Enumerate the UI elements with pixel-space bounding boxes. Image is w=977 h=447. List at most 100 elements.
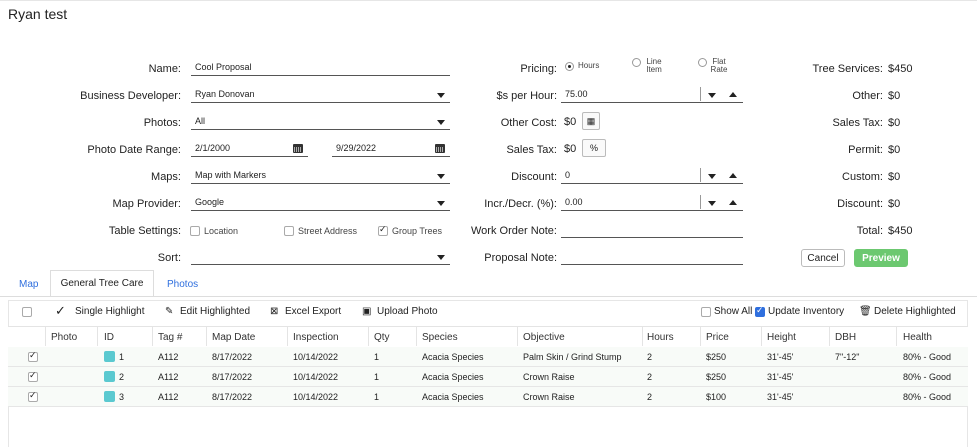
table-row[interactable] [8, 367, 968, 387]
column-header-inspection[interactable]: Inspection [293, 332, 339, 343]
page-title: Ryan test [8, 6, 68, 22]
tax-percent-icon[interactable]: % [582, 139, 606, 157]
chevron-down-icon[interactable] [437, 255, 445, 260]
column-header-dbh[interactable]: DBH [835, 332, 856, 343]
cell-dbh: 7"-12" [835, 352, 860, 362]
chevron-down-icon[interactable] [437, 93, 445, 98]
column-divider [642, 326, 643, 346]
chevron-up-icon[interactable] [729, 173, 737, 178]
column-header-price[interactable]: Price [706, 332, 729, 343]
chevron-down-icon[interactable] [437, 120, 445, 125]
pricing-flat-rate-label: Flat Rate [707, 58, 731, 74]
maps-label: Maps: [151, 171, 181, 183]
work-order-note-label: Work Order Note: [471, 225, 557, 237]
table-row[interactable] [8, 347, 968, 367]
photos-select[interactable]: All [191, 114, 450, 130]
column-header-id[interactable]: ID [104, 332, 114, 343]
row-checkbox[interactable] [28, 350, 38, 362]
cell-height: 31'-45' [767, 352, 794, 362]
delete-highlighted-button[interactable]: Delete Highlighted [874, 306, 956, 317]
pricing-flat-rate-radio[interactable] [698, 58, 707, 67]
chevron-down-icon[interactable] [708, 201, 716, 206]
work-order-note-input[interactable] [561, 222, 743, 238]
date-to-input[interactable]: 9/29/2022 [332, 141, 450, 157]
calendar-icon[interactable] [435, 144, 445, 153]
item-word: Item [646, 65, 662, 74]
top-divider [0, 0, 977, 1]
chevron-down-icon[interactable] [437, 174, 445, 179]
chevron-up-icon[interactable] [729, 200, 737, 205]
pricing-hours-label: Hours [578, 61, 600, 70]
calendar-icon[interactable] [293, 144, 303, 153]
sort-select[interactable] [191, 249, 450, 265]
cell-id: 3 [119, 392, 125, 402]
edit-highlighted-button[interactable]: Edit Highlighted [180, 306, 250, 317]
cell-qty: 1 [374, 352, 380, 362]
group-trees-checkbox[interactable] [378, 224, 388, 236]
total-value: $450 [888, 225, 913, 237]
rate-word: Rate [710, 65, 728, 74]
column-header-hours[interactable]: Hours [647, 332, 674, 343]
show-all-checkbox[interactable] [701, 307, 711, 317]
photo-date-range-label: Photo Date Range: [87, 144, 181, 156]
column-header-health[interactable]: Health [903, 332, 932, 343]
name-label: Name: [148, 63, 181, 75]
cancel-button[interactable]: Cancel [801, 249, 845, 267]
tab-photos[interactable]: Photos [167, 279, 198, 290]
column-divider [45, 326, 46, 346]
other-value: $0 [888, 90, 901, 102]
proposal-note-input[interactable] [561, 249, 743, 265]
cell-inspection: 10/14/2022 [293, 372, 339, 382]
proposal-note-label: Proposal Note: [484, 252, 557, 264]
row-checkbox[interactable] [28, 390, 38, 402]
cell-species: Acacia Species [422, 352, 484, 362]
sales-tax-value: $0 [564, 143, 577, 155]
update-inventory-checkbox[interactable] [755, 305, 765, 317]
column-header-height[interactable]: Height [767, 332, 796, 343]
sales-tax-label: Sales Tax: [506, 144, 557, 156]
cell-species: Acacia Species [422, 372, 484, 382]
preview-button[interactable]: Preview [854, 249, 908, 267]
tab-general-tree-care[interactable]: General Tree Care [50, 270, 154, 297]
cell-health: 80% - Good [903, 352, 952, 362]
per-hour-label: $s per Hour: [496, 90, 557, 102]
map-provider-select[interactable]: Google [191, 195, 450, 211]
column-header-tag[interactable]: Tag # [158, 332, 182, 343]
cell-objective: Crown Raise [523, 392, 575, 402]
column-divider [896, 326, 897, 346]
business-developer-label: Business Developer: [80, 90, 181, 102]
excel-export-button[interactable]: Excel Export [285, 306, 341, 317]
maps-select[interactable]: Map with Markers [191, 168, 450, 184]
column-header-qty[interactable]: Qty [374, 332, 390, 343]
column-header-photo[interactable]: Photo [51, 332, 77, 343]
permit-label: Permit: [848, 144, 883, 156]
location-checkbox[interactable] [190, 226, 200, 236]
chevron-down-icon[interactable] [708, 93, 716, 98]
column-header-map-date[interactable]: Map Date [212, 332, 255, 343]
single-highlight-button[interactable]: Single Highlight [75, 306, 145, 317]
column-divider [829, 326, 830, 346]
calculator-icon[interactable]: ▦ [582, 112, 600, 130]
cell-hours: 2 [647, 392, 653, 402]
cell-tag: A112 [158, 392, 179, 402]
pricing-hours-radio[interactable] [565, 62, 574, 71]
other-label: Other: [852, 90, 883, 102]
row-checkbox[interactable] [28, 370, 38, 382]
street-address-checkbox[interactable] [284, 226, 294, 236]
upload-photo-button[interactable]: Upload Photo [377, 306, 438, 317]
business-developer-select[interactable]: Ryan Donovan [191, 87, 450, 103]
name-input[interactable]: Cool Proposal [191, 60, 450, 76]
column-header-species[interactable]: Species [422, 332, 458, 343]
column-header-objective[interactable]: Objective [523, 332, 565, 343]
select-all-checkbox[interactable] [22, 307, 32, 317]
photos-label: Photos: [143, 117, 181, 129]
chevron-up-icon[interactable] [729, 92, 737, 97]
chevron-down-icon[interactable] [708, 174, 716, 179]
tab-map[interactable]: Map [19, 279, 38, 290]
date-from-input[interactable]: 2/1/2000 [191, 141, 308, 157]
table-row[interactable] [8, 387, 968, 407]
pricing-line-item-label: Line Item [642, 58, 666, 74]
summary-sales-tax-value: $0 [888, 117, 901, 129]
chevron-down-icon[interactable] [437, 201, 445, 206]
pricing-line-item-radio[interactable] [632, 58, 641, 67]
